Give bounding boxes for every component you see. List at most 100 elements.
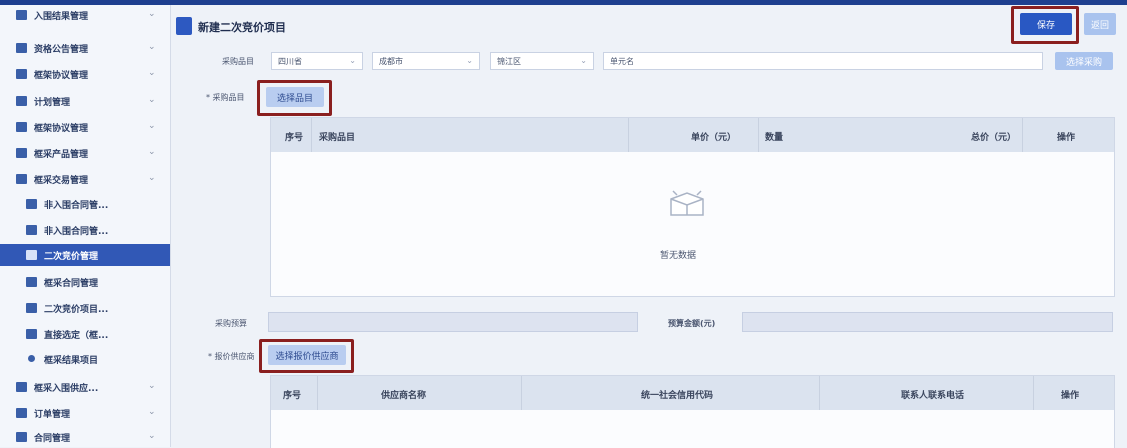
sidebar-subitem-direct-select[interactable]: 直接选定（框... bbox=[0, 324, 170, 344]
sidebar-item-label: 框采入围供应... bbox=[34, 384, 99, 394]
sidebar-item-products[interactable]: 框采产品管理 ⌄ bbox=[0, 143, 170, 163]
sidebar-item-label: 订单管理 bbox=[34, 410, 71, 420]
users-icon bbox=[26, 303, 37, 313]
sidebar-subitem-non-entry-2[interactable]: 非入围合同管... bbox=[0, 220, 170, 240]
save-button-highlight bbox=[1011, 6, 1079, 44]
chevron-down-icon: ⌄ bbox=[148, 431, 156, 441]
settings-icon bbox=[16, 174, 27, 184]
sidebar-item-contract-mgmt[interactable]: 合同管理 ⌄ bbox=[0, 427, 170, 447]
select-procurement-button[interactable]: 选择采购 bbox=[1055, 52, 1113, 70]
chevron-down-icon: ⌄ bbox=[148, 407, 156, 417]
document-icon bbox=[16, 43, 27, 53]
divider bbox=[628, 118, 629, 152]
page-header: 新建二次竞价项目 bbox=[176, 14, 1116, 38]
sidebar-item-label: 框架协议管理 bbox=[34, 124, 89, 134]
section2-label: * 报价供应商 bbox=[208, 352, 255, 361]
empty-state-text: 暂无数据 bbox=[660, 251, 697, 261]
region-label: 采购品目 bbox=[222, 57, 254, 66]
sidebar-item-label: 资格公告管理 bbox=[34, 45, 89, 55]
dot-icon bbox=[28, 355, 35, 362]
sidebar-item-suppliers[interactable]: 框采入围供应... ⌄ bbox=[0, 377, 170, 397]
col-quantity: 数量 bbox=[765, 133, 784, 143]
city-value: 成都市 bbox=[379, 57, 403, 66]
chevron-down-icon: ⌄ bbox=[148, 68, 156, 78]
col-item: 采购品目 bbox=[319, 133, 356, 143]
divider bbox=[311, 118, 312, 152]
col-supplier-name: 供应商名称 bbox=[381, 391, 427, 401]
empty-box-icon bbox=[670, 190, 704, 216]
order-icon bbox=[16, 408, 27, 418]
contract-icon bbox=[16, 432, 27, 442]
sidebar-item-label: 框采交易管理 bbox=[34, 176, 89, 186]
sidebar-subitem-contracts[interactable]: 框采合同管理 bbox=[0, 272, 170, 292]
sidebar-item-label: 入围结果管理 bbox=[34, 12, 89, 22]
sidebar-item-label: 合同管理 bbox=[34, 434, 71, 444]
budget-input[interactable] bbox=[268, 312, 638, 332]
document-icon bbox=[16, 122, 27, 132]
sidebar-item-label: 二次竞价管理 bbox=[44, 252, 99, 262]
auction-icon bbox=[26, 250, 37, 260]
select-suppliers-highlight bbox=[259, 339, 354, 373]
sidebar-subitem-results[interactable]: 框采结果项目 bbox=[0, 349, 170, 369]
sidebar-item-label: 非入围合同管... bbox=[44, 227, 109, 237]
chevron-down-icon: ⌄ bbox=[148, 42, 156, 52]
box-icon bbox=[16, 148, 27, 158]
sidebar-item-transactions[interactable]: 框采交易管理 ⌄ bbox=[0, 169, 170, 189]
chevron-down-icon: ⌄ bbox=[349, 56, 356, 65]
document-icon bbox=[26, 199, 37, 209]
chevron-down-icon: ⌄ bbox=[148, 9, 156, 19]
document-icon bbox=[26, 225, 37, 235]
sidebar-subitem-non-entry-1[interactable]: 非入围合同管... bbox=[0, 194, 170, 214]
suppliers-table: 序号 供应商名称 统一社会信用代码 联系人联系电话 操作 bbox=[270, 375, 1115, 448]
divider bbox=[317, 376, 318, 410]
col-index: 序号 bbox=[283, 391, 302, 401]
col-total: 总价（元） bbox=[971, 133, 1017, 143]
col-contact: 联系人联系电话 bbox=[901, 391, 965, 401]
sidebar-subitem-bidding-projects[interactable]: 二次竞价项目... bbox=[0, 298, 170, 318]
divider bbox=[758, 118, 759, 152]
chevron-down-icon: ⌄ bbox=[148, 147, 156, 157]
sidebar-item-framework[interactable]: 框架协议管理 ⌄ bbox=[0, 64, 170, 84]
back-button[interactable]: 返回 bbox=[1084, 13, 1116, 35]
budget-label: 采购预算 bbox=[215, 319, 247, 328]
divider bbox=[1022, 118, 1023, 152]
chevron-down-icon: ⌄ bbox=[148, 381, 156, 391]
divider bbox=[819, 376, 820, 410]
sidebar-item-entry-results[interactable]: 入围结果管理 ⌄ bbox=[0, 5, 170, 25]
chevron-down-icon: ⌄ bbox=[580, 56, 587, 65]
divider bbox=[521, 376, 522, 410]
city-select[interactable]: 成都市 ⌄ bbox=[372, 52, 480, 70]
sidebar-item-label: 二次竞价项目... bbox=[44, 305, 109, 315]
sidebar-item-qualification[interactable]: 资格公告管理 ⌄ bbox=[0, 38, 170, 58]
calendar-icon bbox=[16, 96, 27, 106]
sidebar-item-label: 框架协议管理 bbox=[34, 71, 89, 81]
sidebar-item-plan[interactable]: 计划管理 ⌄ bbox=[0, 91, 170, 111]
sidebar-item-label: 框采合同管理 bbox=[44, 279, 99, 289]
unit-value: 单元名 bbox=[610, 57, 634, 66]
budget-amount-input[interactable] bbox=[742, 312, 1113, 332]
unit-input[interactable]: 单元名 bbox=[603, 52, 1043, 70]
chevron-up-icon: ⌄ bbox=[148, 173, 156, 183]
district-select[interactable]: 锦江区 ⌄ bbox=[490, 52, 594, 70]
budget-amount-label: 预算金额(元) bbox=[668, 319, 716, 328]
sidebar-item-orders[interactable]: 订单管理 ⌄ bbox=[0, 403, 170, 423]
district-value: 锦江区 bbox=[497, 57, 521, 66]
sidebar-item-label: 框采产品管理 bbox=[34, 150, 89, 160]
items-table-header: 序号 采购品目 单价（元） 数量 总价（元） 操作 bbox=[271, 118, 1114, 152]
select-items-highlight bbox=[257, 80, 332, 116]
page-icon bbox=[176, 17, 192, 35]
suppliers-table-header: 序号 供应商名称 统一社会信用代码 联系人联系电话 操作 bbox=[271, 376, 1114, 410]
col-credit-code: 统一社会信用代码 bbox=[641, 391, 714, 401]
page-title: 新建二次竞价项目 bbox=[198, 21, 286, 34]
sidebar-item-label: 计划管理 bbox=[34, 98, 71, 108]
target-icon bbox=[26, 329, 37, 339]
sidebar-item-label: 框采结果项目 bbox=[44, 356, 99, 366]
col-action: 操作 bbox=[1061, 391, 1080, 401]
province-value: 四川省 bbox=[278, 57, 302, 66]
sidebar-item-framework-2[interactable]: 框架协议管理 ⌄ bbox=[0, 117, 170, 137]
contract-icon bbox=[26, 277, 37, 287]
sidebar: 入围结果管理 ⌄ 资格公告管理 ⌄ 框架协议管理 ⌄ 计划管理 ⌄ 框架协议管理… bbox=[0, 5, 171, 447]
sidebar-subitem-bidding-active[interactable]: 二次竞价管理 bbox=[0, 244, 170, 266]
chevron-down-icon: ⌄ bbox=[148, 95, 156, 105]
province-select[interactable]: 四川省 ⌄ bbox=[271, 52, 363, 70]
